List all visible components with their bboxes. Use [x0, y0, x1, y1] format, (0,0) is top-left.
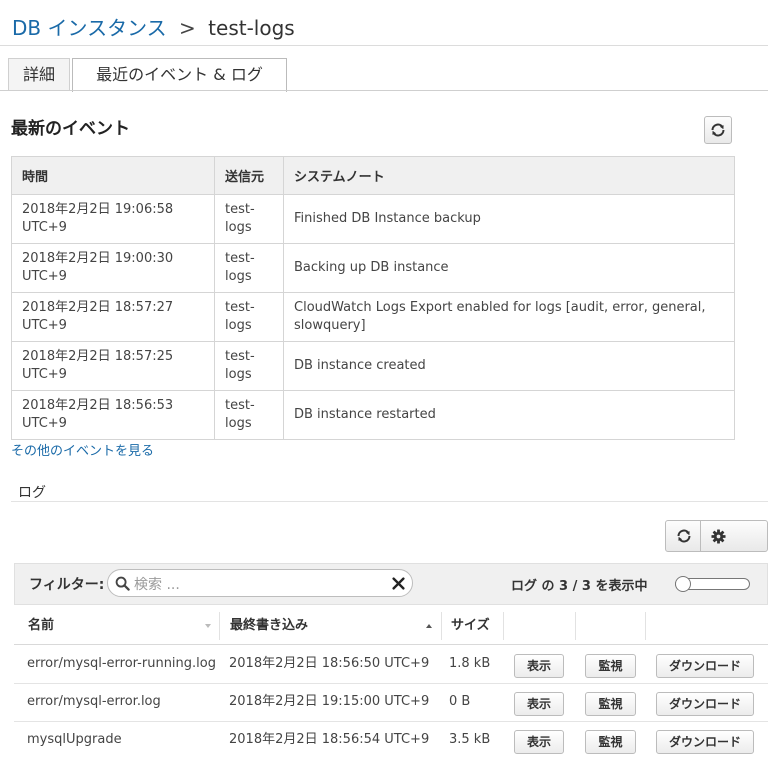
event-time: 2018年2月2日 19:00:30 UTC+9	[11, 243, 215, 293]
more-events-link[interactable]: その他のイベントを見る	[11, 440, 154, 459]
header-divider	[0, 45, 768, 46]
col-time: 時間	[11, 156, 215, 195]
breadcrumb: DB インスタンス > test-logs	[12, 12, 295, 41]
events-refresh-button[interactable]	[704, 116, 732, 144]
col-separator	[575, 612, 576, 640]
log-size: 0 B	[449, 694, 471, 709]
toggle-knob	[675, 576, 691, 592]
event-time: 2018年2月2日 18:56:53 UTC+9	[11, 390, 215, 440]
logs-filter-bar: フィルター: 検索 ... ログ の 3 / 3 を表示中	[14, 563, 768, 605]
logs-divider	[11, 501, 768, 502]
event-source: test-logs	[214, 194, 284, 244]
view-button[interactable]: 表示	[514, 654, 564, 678]
download-button[interactable]: ダウンロード	[656, 730, 754, 754]
col-separator	[441, 612, 442, 640]
col-name-header[interactable]: 名前	[28, 608, 54, 644]
log-name: error/mysql-error-running.log	[27, 656, 216, 671]
refresh-icon	[711, 123, 725, 137]
event-source: test-logs	[214, 292, 284, 342]
event-time: 2018年2月2日 18:57:25 UTC+9	[11, 341, 215, 391]
log-count-text: ログ の 3 / 3 を表示中	[511, 579, 648, 594]
event-row: 2018年2月2日 19:00:30 UTC+9 test-logs Backin…	[11, 243, 735, 293]
event-note: DB instance restarted	[283, 390, 735, 440]
search-placeholder: 検索 ...	[134, 577, 180, 593]
event-time: 2018年2月2日 18:57:27 UTC+9	[11, 292, 215, 342]
events-header-row: 時間 送信元 システムノート	[11, 156, 735, 195]
col-separator	[645, 612, 646, 640]
log-last-written: 2018年2月2日 19:15:00 UTC+9	[229, 694, 430, 709]
log-name: error/mysql-error.log	[27, 694, 161, 709]
log-size: 1.8 kB	[449, 656, 491, 671]
log-search-input[interactable]: 検索 ...	[107, 569, 413, 597]
col-separator	[219, 612, 220, 640]
event-note: DB instance created	[283, 341, 735, 391]
log-row: error/mysql-error-running.log 2018年2月2日 …	[14, 645, 768, 684]
sort-up-icon	[426, 624, 432, 628]
log-size: 3.5 kB	[449, 732, 491, 747]
col-separator	[503, 612, 504, 640]
watch-button[interactable]: 監視	[585, 692, 636, 716]
view-button[interactable]: 表示	[514, 730, 564, 754]
download-button[interactable]: ダウンロード	[656, 654, 754, 678]
breadcrumb-db-instances-link[interactable]: DB インスタンス	[12, 16, 167, 40]
event-time: 2018年2月2日 19:06:58 UTC+9	[11, 194, 215, 244]
close-icon[interactable]	[392, 577, 405, 590]
logs-refresh-button[interactable]	[665, 520, 701, 552]
event-note: Finished DB Instance backup	[283, 194, 735, 244]
event-row: 2018年2月2日 18:56:53 UTC+9 test-logs DB ins…	[11, 390, 735, 440]
tab-recent-events-logs[interactable]: 最近のイベント & ログ	[72, 58, 287, 92]
col-system-note: システムノート	[283, 156, 735, 195]
event-row: 2018年2月2日 19:06:58 UTC+9 test-logs Finish…	[11, 194, 735, 244]
events-title: 最新のイベント	[11, 119, 130, 139]
view-button[interactable]: 表示	[514, 692, 564, 716]
event-row: 2018年2月2日 18:57:27 UTC+9 test-logs CloudW…	[11, 292, 735, 342]
events-table: 時間 送信元 システムノート 2018年2月2日 19:06:58 UTC+9 t…	[11, 156, 735, 440]
sort-down-icon	[205, 624, 211, 628]
log-row: mysqlUpgrade 2018年2月2日 18:56:54 UTC+9 3.…	[14, 721, 768, 759]
gear-icon	[711, 529, 726, 544]
log-name: mysqlUpgrade	[27, 732, 122, 747]
watch-button[interactable]: 監視	[585, 730, 636, 754]
logs-settings-button[interactable]	[700, 520, 768, 552]
event-source: test-logs	[214, 341, 284, 391]
event-source: test-logs	[214, 390, 284, 440]
log-last-written: 2018年2月2日 18:56:50 UTC+9	[229, 656, 430, 671]
tab-divider	[0, 90, 768, 91]
event-note: CloudWatch Logs Export enabled for logs …	[283, 292, 735, 342]
tab-details[interactable]: 詳細	[8, 58, 70, 91]
breadcrumb-current: test-logs	[208, 16, 295, 40]
col-source: 送信元	[214, 156, 284, 195]
breadcrumb-separator: >	[179, 16, 196, 40]
col-last-written-header[interactable]: 最終書き込み	[230, 608, 308, 644]
download-button[interactable]: ダウンロード	[656, 692, 754, 716]
event-source: test-logs	[214, 243, 284, 293]
log-last-written: 2018年2月2日 18:56:54 UTC+9	[229, 732, 430, 747]
logs-title: ログ	[18, 485, 46, 501]
filter-label: フィルター:	[29, 577, 105, 593]
search-icon	[115, 576, 130, 591]
event-note: Backing up DB instance	[283, 243, 735, 293]
refresh-icon	[677, 529, 691, 543]
log-toggle-switch[interactable]	[675, 576, 750, 592]
log-row: error/mysql-error.log 2018年2月2日 19:15:00…	[14, 683, 768, 722]
event-row: 2018年2月2日 18:57:25 UTC+9 test-logs DB ins…	[11, 341, 735, 391]
col-size-header[interactable]: サイズ	[451, 608, 490, 644]
watch-button[interactable]: 監視	[585, 654, 636, 678]
